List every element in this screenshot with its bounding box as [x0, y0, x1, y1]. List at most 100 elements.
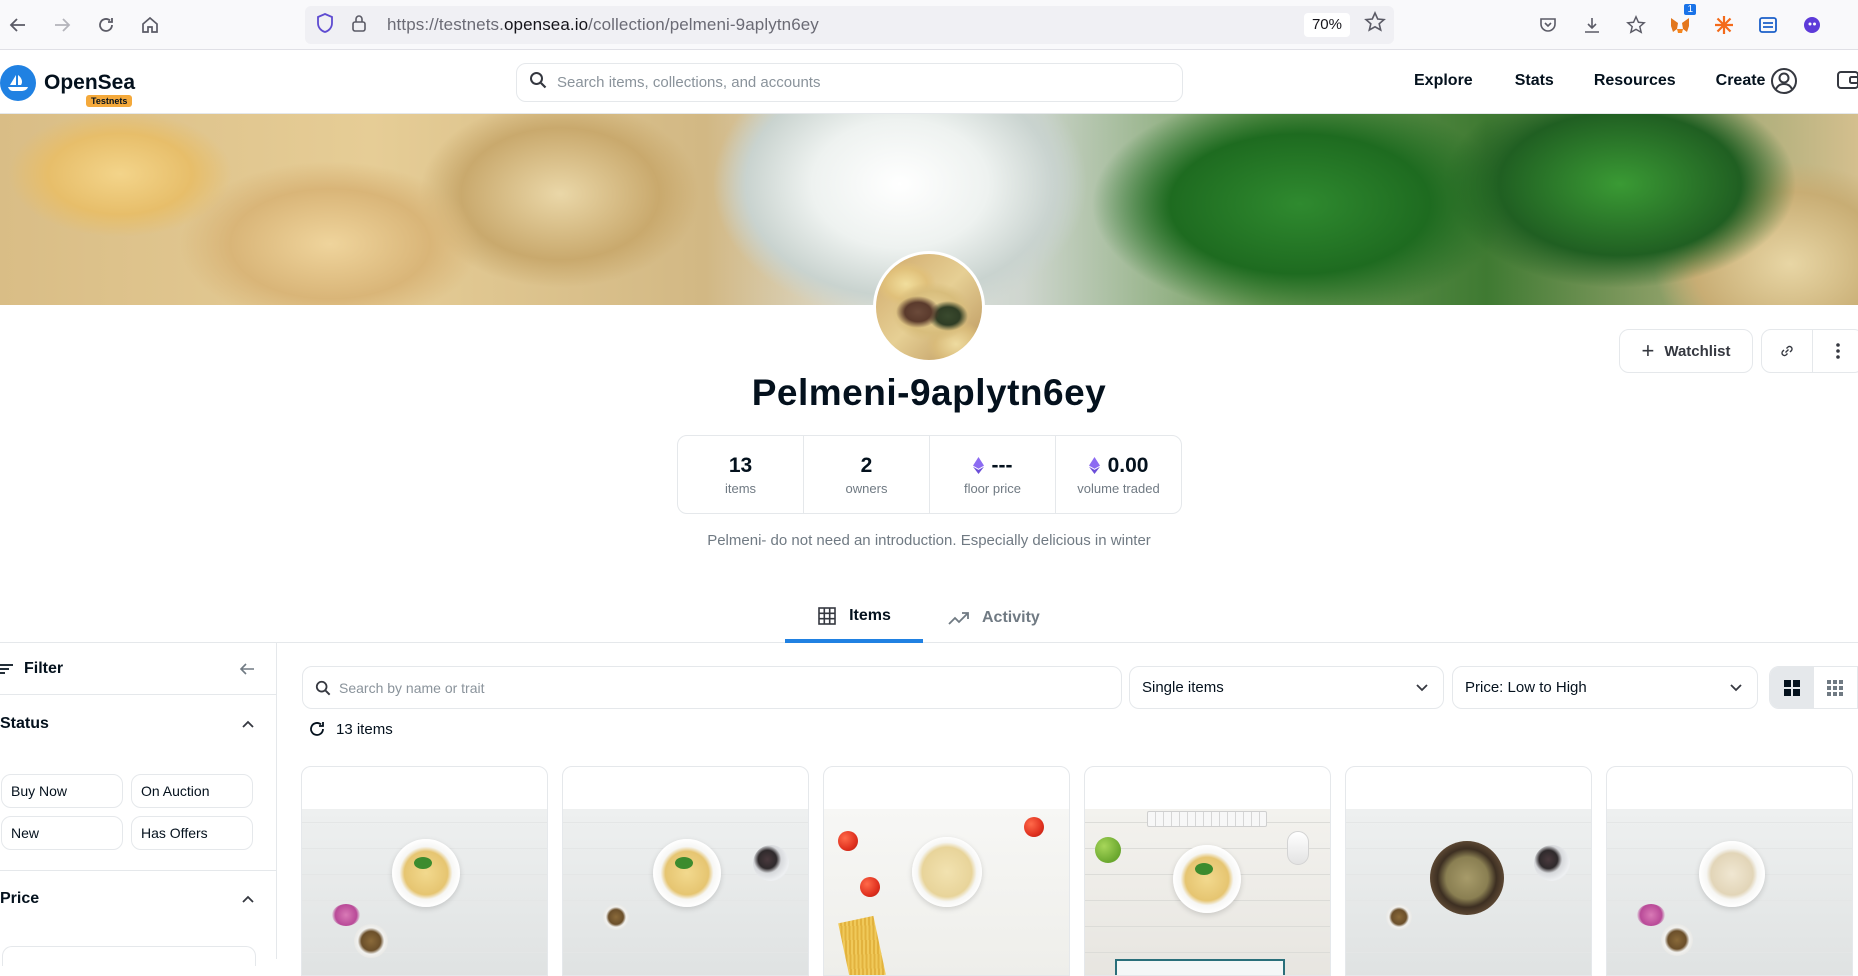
- tab-activity[interactable]: Activity: [948, 592, 1040, 643]
- stat-floor-price[interactable]: --- floor price: [929, 436, 1055, 513]
- watchlist-button[interactable]: + Watchlist: [1619, 329, 1753, 373]
- reader-extension-icon[interactable]: [1750, 8, 1786, 42]
- browser-toolbar: https://testnets.opensea.io/collection/p…: [0, 0, 1858, 50]
- collection-stats: 13 items 2 owners --- floor price 0.00 v…: [677, 435, 1182, 514]
- wallet-icon[interactable]: [1836, 68, 1858, 96]
- price-section-header[interactable]: Price: [0, 870, 277, 926]
- account-extension-icon[interactable]: [1794, 8, 1830, 42]
- stat-floor-price-value: ---: [991, 453, 1013, 477]
- refresh-icon[interactable]: [308, 720, 326, 738]
- collapse-arrow-icon[interactable]: [239, 662, 255, 676]
- sort-select[interactable]: Price: Low to High: [1452, 666, 1758, 709]
- status-buy-now[interactable]: Buy Now: [1, 774, 123, 808]
- link-icon: [1781, 345, 1793, 357]
- profile-icon[interactable]: [1770, 67, 1800, 97]
- small-grid-view-button[interactable]: [1814, 667, 1858, 708]
- status-new[interactable]: New: [1, 816, 123, 850]
- sort-value: Price: Low to High: [1465, 679, 1587, 696]
- collection-title: Pelmeni-9aplytn6ey: [751, 372, 1107, 413]
- chevron-up-icon: [242, 720, 254, 728]
- items-count-row: 13 items: [308, 720, 393, 738]
- logo-text: OpenSea: [44, 71, 136, 94]
- nft-card[interactable]: [1345, 766, 1592, 976]
- activity-chart-icon: [948, 611, 969, 625]
- extension-badge: 1: [1684, 4, 1696, 15]
- stat-volume-traded[interactable]: 0.00 volume traded: [1055, 436, 1181, 513]
- watchlist-label: Watchlist: [1664, 342, 1731, 360]
- nft-card[interactable]: [562, 766, 809, 976]
- back-button[interactable]: [0, 7, 36, 43]
- nft-card[interactable]: [1606, 766, 1853, 976]
- grid-icon: [818, 606, 836, 625]
- collection-actions: + Watchlist: [1619, 329, 1858, 373]
- status-section-header[interactable]: Status: [0, 695, 277, 753]
- nav-create[interactable]: Create: [1716, 72, 1766, 90]
- more-options-button[interactable]: [1812, 330, 1858, 372]
- nft-image: [302, 809, 547, 975]
- stat-volume-label: volume traded: [1077, 480, 1160, 496]
- home-button[interactable]: [132, 7, 168, 43]
- chevron-down-icon: [1416, 684, 1428, 692]
- nav-stats[interactable]: Stats: [1515, 72, 1554, 90]
- spark-extension-icon[interactable]: [1706, 8, 1742, 42]
- home-icon: [142, 16, 158, 33]
- tab-items-label: Items: [849, 606, 891, 624]
- search-icon: [529, 71, 549, 94]
- metamask-fox-icon[interactable]: 1: [1662, 4, 1698, 42]
- bookmarks-star-icon[interactable]: [1618, 8, 1654, 42]
- site-search-box[interactable]: [516, 63, 1183, 102]
- address-bar[interactable]: https://testnets.opensea.io/collection/p…: [305, 6, 1394, 44]
- main-nav: Explore Stats Resources Create: [1414, 72, 1765, 90]
- item-type-select[interactable]: Single items: [1129, 666, 1444, 709]
- more-vertical-icon: [1836, 343, 1840, 359]
- status-on-auction[interactable]: On Auction: [131, 774, 253, 808]
- nft-card[interactable]: [823, 766, 1070, 976]
- nav-explore[interactable]: Explore: [1414, 72, 1473, 90]
- bookmark-star-icon[interactable]: [1364, 11, 1386, 39]
- nft-card[interactable]: [301, 766, 548, 976]
- filter-header[interactable]: Filter: [0, 643, 277, 695]
- ethereum-icon: [1088, 457, 1100, 474]
- pocket-icon[interactable]: [1530, 8, 1566, 42]
- nft-card[interactable]: [1084, 766, 1331, 976]
- items-count: 13 items: [336, 720, 393, 738]
- stat-items[interactable]: 13 items: [678, 436, 803, 513]
- price-currency-select[interactable]: [2, 946, 256, 966]
- site-search-input[interactable]: [557, 74, 1137, 91]
- chevron-down-icon: [1730, 684, 1742, 692]
- small-grid-icon: [1827, 679, 1844, 696]
- tab-activity-label: Activity: [982, 608, 1040, 626]
- stat-items-label: items: [724, 480, 757, 496]
- testnets-badge: Testnets: [86, 95, 133, 107]
- zoom-level[interactable]: 70%: [1303, 13, 1350, 37]
- reload-icon: [99, 17, 113, 32]
- forward-button[interactable]: [44, 7, 80, 43]
- collection-tabs: Items Activity: [0, 592, 1858, 643]
- copy-link-button[interactable]: [1762, 330, 1812, 372]
- tab-items[interactable]: Items: [785, 592, 923, 643]
- opensea-boat-icon: [0, 65, 36, 101]
- filter-icon: [0, 663, 13, 674]
- collection-description: Pelmeni- do not need an introduction. Es…: [707, 532, 1151, 549]
- stat-owners[interactable]: 2 owners: [803, 436, 929, 513]
- item-search-box[interactable]: [302, 666, 1122, 709]
- lock-icon[interactable]: [351, 13, 371, 38]
- nft-image: [1607, 809, 1852, 975]
- stat-owners-value: 2: [860, 453, 873, 477]
- status-has-offers[interactable]: Has Offers: [131, 816, 253, 850]
- filter-sidebar: Filter Status Buy Now On Auction New Has…: [0, 643, 277, 966]
- chevron-up-icon: [242, 895, 254, 903]
- reload-button[interactable]: [88, 7, 124, 43]
- large-grid-view-button[interactable]: [1770, 667, 1814, 708]
- nft-image: [824, 809, 1069, 975]
- url-text[interactable]: https://testnets.opensea.io/collection/p…: [387, 15, 819, 35]
- nav-resources[interactable]: Resources: [1594, 72, 1676, 90]
- nft-image: [1085, 809, 1330, 975]
- status-label: Status: [0, 715, 49, 732]
- download-icon[interactable]: [1574, 8, 1610, 42]
- nft-image: [1346, 809, 1591, 975]
- ethereum-icon: [972, 457, 984, 474]
- item-search-input[interactable]: [339, 679, 1079, 696]
- share-options-group: [1761, 329, 1858, 373]
- tracking-shield-icon[interactable]: [315, 12, 339, 39]
